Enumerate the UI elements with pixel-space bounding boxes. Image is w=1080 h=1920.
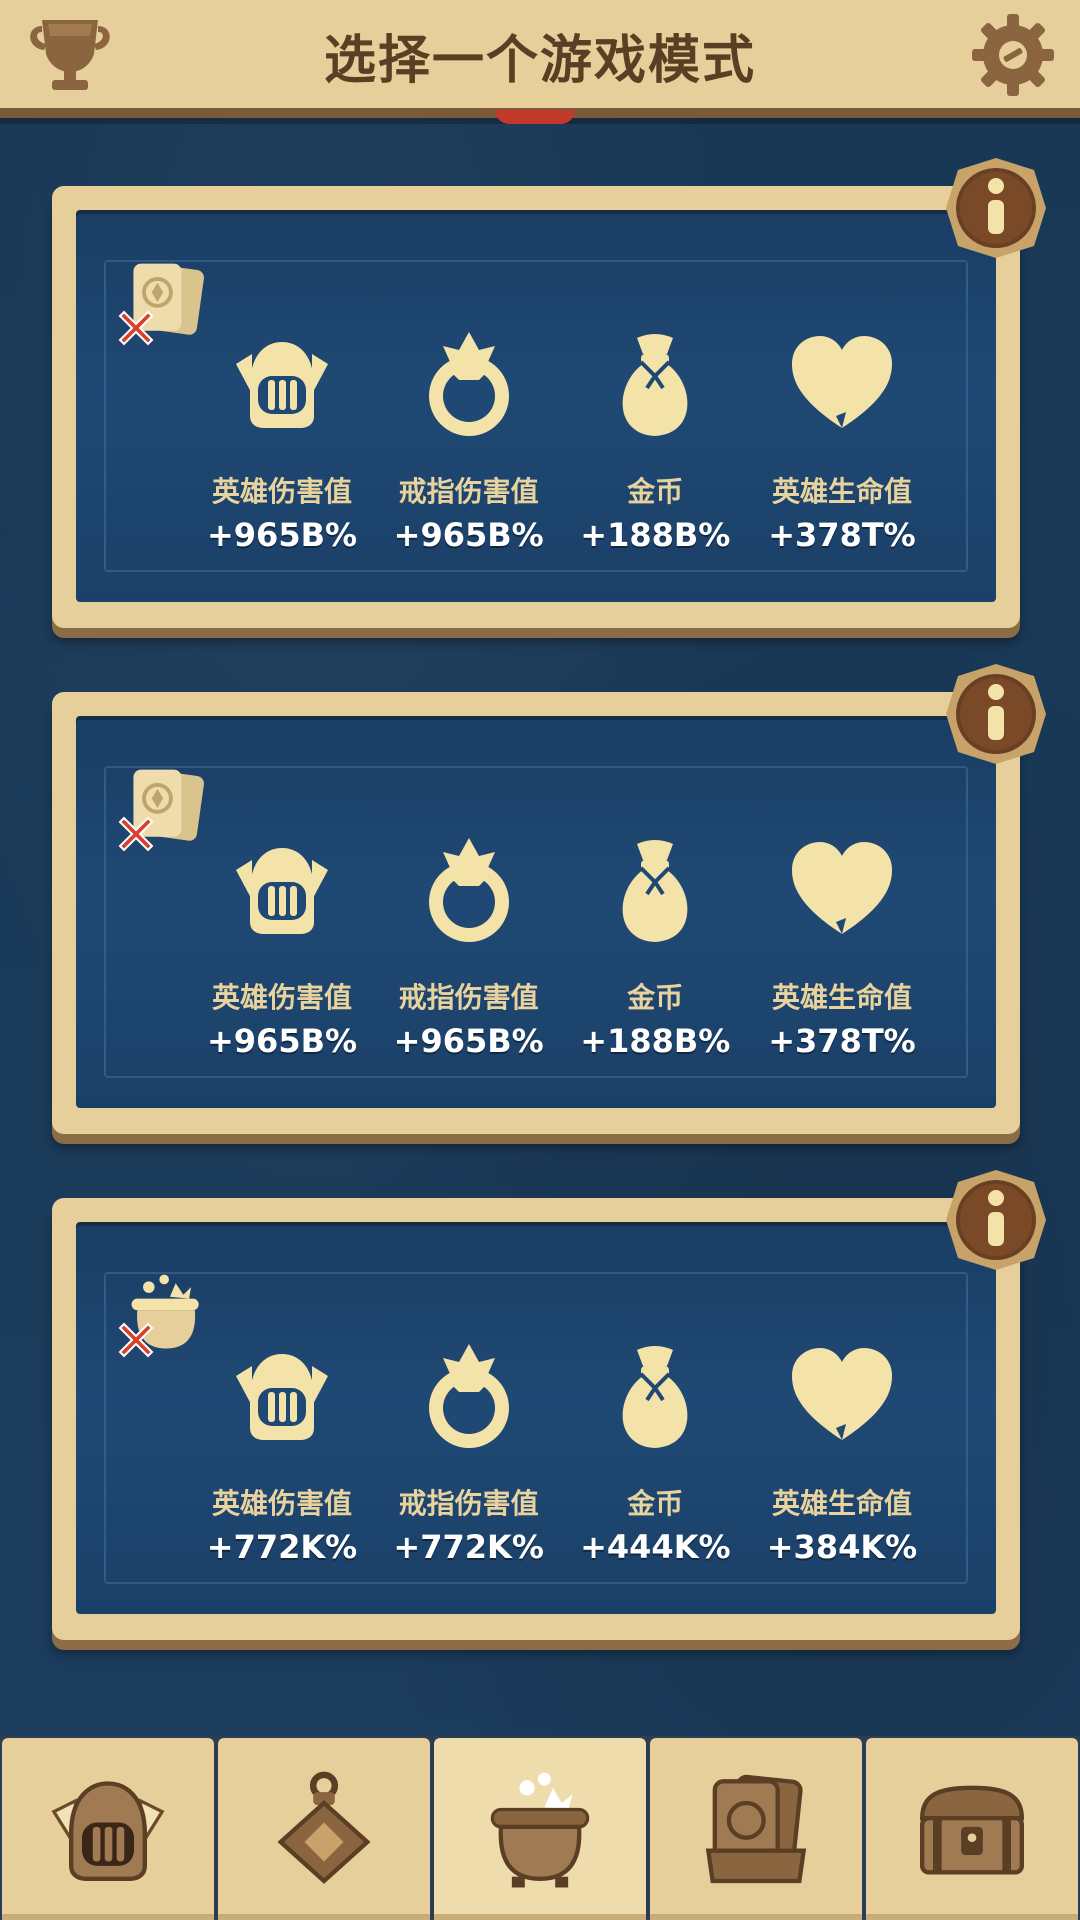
- stat-hero-health: 英雄生命值 +378T%: [752, 324, 932, 564]
- header-bar: 选择一个游戏模式: [0, 0, 1080, 118]
- stat-value: +965B%: [206, 1022, 358, 1060]
- stat-label: 戒指伤害值: [398, 475, 539, 508]
- helmet-icon: [222, 1336, 342, 1456]
- stat-value: +378T%: [768, 1022, 916, 1060]
- stat-hero-health: 英雄生命值 +378T%: [752, 830, 932, 1070]
- stat-label: 戒指伤害值: [398, 1487, 539, 1520]
- stat-label: 金币: [627, 981, 684, 1014]
- stat-label: 英雄伤害值: [211, 475, 352, 508]
- stat-value: +384K%: [766, 1528, 918, 1566]
- cross-icon: [116, 1320, 156, 1360]
- stat-gold: 金币 +188B%: [565, 830, 745, 1070]
- cross-icon: [116, 308, 156, 348]
- helmet-icon: [222, 830, 342, 950]
- nav-tab-modes[interactable]: [434, 1738, 646, 1920]
- stat-ring-damage: 戒指伤害值 +772K%: [379, 1336, 559, 1576]
- card-panel: 英雄伤害值 +772K% 戒指伤害值 +772K% 金币 +444K% 英雄生命…: [76, 1222, 996, 1614]
- helmet-icon: [51, 1781, 165, 1881]
- stat-label: 英雄伤害值: [211, 981, 352, 1014]
- cards-icon: [120, 252, 216, 352]
- mode-card-3[interactable]: 英雄伤害值 +772K% 戒指伤害值 +772K% 金币 +444K% 英雄生命…: [52, 1198, 1020, 1640]
- card-panel: 英雄伤害值 +965B% 戒指伤害值 +965B% 金币 +188B% 英雄生命…: [76, 210, 996, 602]
- money-bag-icon: [595, 1336, 715, 1456]
- stat-ring-damage: 戒指伤害值 +965B%: [379, 324, 559, 564]
- stat-hero-health: 英雄生命值 +384K%: [752, 1336, 932, 1576]
- info-button[interactable]: [944, 1168, 1048, 1272]
- page-title: 选择一个游戏模式: [323, 31, 756, 91]
- nav-tab-cards[interactable]: [650, 1738, 862, 1920]
- nav-tab-amulets[interactable]: [218, 1738, 430, 1920]
- stat-hero-damage: 英雄伤害值 +772K%: [192, 1336, 372, 1576]
- decoration: [495, 110, 575, 124]
- heart-icon: [782, 830, 902, 950]
- stat-value: +965B%: [393, 1022, 544, 1060]
- ring-icon: [409, 830, 529, 950]
- stat-value: +772K%: [206, 1528, 358, 1566]
- stats-row: 英雄伤害值 +965B% 戒指伤害值 +965B% 金币 +188B% 英雄生命…: [192, 830, 932, 1070]
- stat-label: 英雄生命值: [771, 1487, 912, 1520]
- stat-hero-damage: 英雄伤害值 +965B%: [192, 830, 372, 1070]
- ring-icon: [409, 1336, 529, 1456]
- chest-icon: [919, 1785, 1025, 1875]
- bottom-nav: [0, 1736, 1080, 1920]
- helmet-icon: [222, 324, 342, 444]
- info-button[interactable]: [944, 156, 1048, 260]
- cards-icon: [120, 758, 216, 858]
- stats-row: 英雄伤害值 +772K% 戒指伤害值 +772K% 金币 +444K% 英雄生命…: [192, 1336, 932, 1576]
- nav-tab-heroes[interactable]: [2, 1738, 214, 1920]
- stat-value: +965B%: [393, 516, 544, 554]
- cauldron-icon: [490, 1772, 590, 1888]
- stat-value: +188B%: [580, 1022, 731, 1060]
- stats-row: 英雄伤害值 +965B% 戒指伤害值 +965B% 金币 +188B% 英雄生命…: [192, 324, 932, 564]
- mode-card-1[interactable]: 英雄伤害值 +965B% 戒指伤害值 +965B% 金币 +188B% 英雄生命…: [52, 186, 1020, 628]
- info-button[interactable]: [944, 662, 1048, 766]
- ring-icon: [409, 324, 529, 444]
- stat-value: +378T%: [768, 516, 916, 554]
- stat-value: +444K%: [580, 1528, 731, 1566]
- nav-tab-chest[interactable]: [866, 1738, 1078, 1920]
- money-bag-icon: [595, 324, 715, 444]
- stat-label: 金币: [627, 1487, 684, 1520]
- stat-label: 英雄生命值: [771, 475, 912, 508]
- heart-icon: [782, 324, 902, 444]
- stat-label: 金币: [627, 475, 684, 508]
- cross-icon: [116, 814, 156, 854]
- stat-value: +772K%: [393, 1528, 544, 1566]
- amulet-icon: [277, 1771, 371, 1884]
- card-panel: 英雄伤害值 +965B% 戒指伤害值 +965B% 金币 +188B% 英雄生命…: [76, 716, 996, 1108]
- stat-value: +188B%: [580, 516, 731, 554]
- stat-gold: 金币 +188B%: [565, 324, 745, 564]
- money-bag-icon: [595, 830, 715, 950]
- stat-value: +965B%: [206, 516, 358, 554]
- stat-hero-damage: 英雄伤害值 +965B%: [192, 324, 372, 564]
- gear-icon[interactable]: [970, 12, 1056, 98]
- stat-label: 英雄伤害值: [211, 1487, 352, 1520]
- cauldron-icon: [120, 1264, 216, 1364]
- cards-icon: [705, 1774, 807, 1884]
- heart-icon: [782, 1336, 902, 1456]
- mode-card-2[interactable]: 英雄伤害值 +965B% 戒指伤害值 +965B% 金币 +188B% 英雄生命…: [52, 692, 1020, 1134]
- stat-gold: 金币 +444K%: [565, 1336, 745, 1576]
- stat-ring-damage: 戒指伤害值 +965B%: [379, 830, 559, 1070]
- stat-label: 戒指伤害值: [398, 981, 539, 1014]
- stat-label: 英雄生命值: [771, 981, 912, 1014]
